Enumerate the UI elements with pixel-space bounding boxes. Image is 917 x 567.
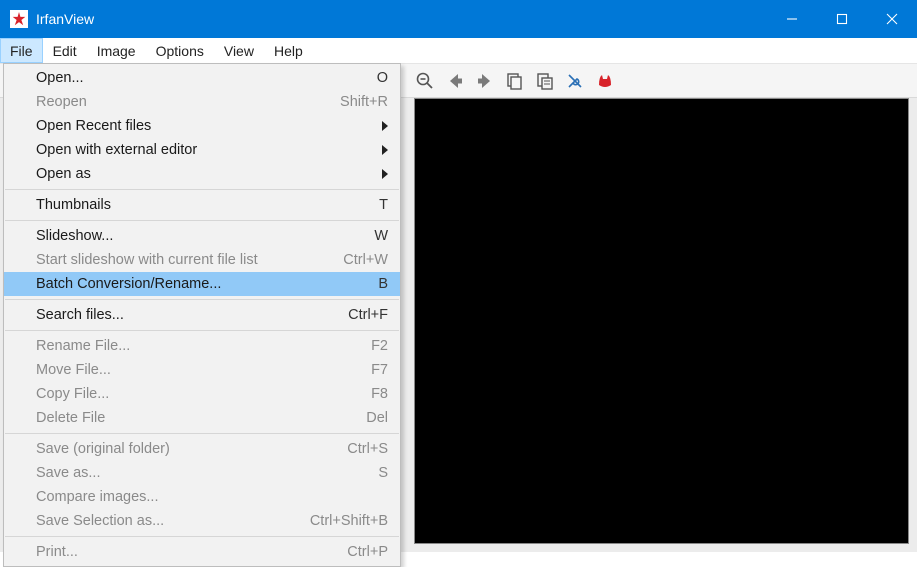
toolbar-next[interactable] (474, 70, 496, 92)
menu-separator (5, 220, 399, 221)
menu-separator (5, 189, 399, 190)
menu-item-copy-file: Copy File... F8 (4, 382, 400, 406)
menu-item-label: Start slideshow with current file list (36, 252, 331, 268)
menu-item-label: Delete File (36, 410, 354, 426)
menu-item-compare-images: Compare images... (4, 485, 400, 509)
file-menu-dropdown: Open... O Reopen Shift+R Open Recent files Op… (3, 63, 401, 567)
menu-item-label: Compare images... (36, 489, 388, 505)
menu-item-print: Print... Ctrl+P (4, 540, 400, 564)
menu-item-label: Open... (36, 70, 365, 86)
toolbar-copy[interactable] (504, 70, 526, 92)
app-icon (10, 10, 28, 28)
menu-item-shortcut: Ctrl+F (348, 307, 388, 323)
toolbar-about[interactable] (594, 70, 616, 92)
menu-edit[interactable]: Edit (43, 38, 87, 63)
menu-item-shortcut: T (379, 197, 388, 213)
menu-item-save-as: Save as... S (4, 461, 400, 485)
menu-item-shortcut: S (378, 465, 388, 481)
menu-view[interactable]: View (214, 38, 264, 63)
menu-item-label: Save Selection as... (36, 513, 298, 529)
menu-item-label: Move File... (36, 362, 359, 378)
menu-item-save-selection-as: Save Selection as... Ctrl+Shift+B (4, 509, 400, 533)
maximize-icon (836, 13, 848, 25)
close-icon (886, 13, 898, 25)
menu-separator (5, 536, 399, 537)
toolbar-paste[interactable] (534, 70, 556, 92)
menu-options[interactable]: Options (146, 38, 214, 63)
maximize-button[interactable] (817, 0, 867, 38)
menu-item-open-as[interactable]: Open as (4, 162, 400, 186)
menu-item-shortcut: Ctrl+W (343, 252, 388, 268)
minimize-button[interactable] (767, 0, 817, 38)
menu-item-label: Reopen (36, 94, 328, 110)
menu-item-batch-conversion-rename[interactable]: Batch Conversion/Rename... B (4, 272, 400, 296)
zoom-out-icon (415, 71, 435, 91)
menu-item-shortcut: Del (366, 410, 388, 426)
toolbar-settings[interactable] (564, 70, 586, 92)
menu-item-shortcut: W (374, 228, 388, 244)
chevron-right-icon (382, 121, 388, 131)
menu-file[interactable]: File (0, 38, 43, 63)
image-canvas[interactable] (414, 98, 909, 544)
menu-item-open[interactable]: Open... O (4, 66, 400, 90)
menu-item-save-original-folder: Save (original folder) Ctrl+S (4, 437, 400, 461)
titlebar: IrfanView (0, 0, 917, 38)
menu-item-delete-file: Delete File Del (4, 406, 400, 430)
menu-item-shortcut: F8 (371, 386, 388, 402)
menu-item-start-slideshow-with-current-file-list: Start slideshow with current file list Ct… (4, 248, 400, 272)
toolbar-prev[interactable] (444, 70, 466, 92)
menu-item-shortcut: O (377, 70, 388, 86)
menu-item-search-files[interactable]: Search files... Ctrl+F (4, 303, 400, 327)
menu-item-open-recent-files[interactable]: Open Recent files (4, 114, 400, 138)
menu-item-label: Copy File... (36, 386, 359, 402)
arrow-right-icon (475, 71, 495, 91)
menu-item-label: Thumbnails (36, 197, 367, 213)
chevron-right-icon (382, 145, 388, 155)
menu-item-label: Slideshow... (36, 228, 362, 244)
menu-item-move-file: Move File... F7 (4, 358, 400, 382)
chevron-right-icon (382, 169, 388, 179)
menu-item-label: Open Recent files (36, 118, 370, 134)
menu-item-shortcut: B (378, 276, 388, 292)
menu-separator (5, 299, 399, 300)
cat-icon (595, 71, 615, 91)
menu-item-open-with-external-editor[interactable]: Open with external editor (4, 138, 400, 162)
menu-item-label: Save as... (36, 465, 366, 481)
menu-separator (5, 433, 399, 434)
menu-help[interactable]: Help (264, 38, 313, 63)
window-title: IrfanView (36, 11, 94, 27)
menu-item-slideshow[interactable]: Slideshow... W (4, 224, 400, 248)
menu-item-shortcut: Ctrl+P (347, 544, 388, 560)
close-button[interactable] (867, 0, 917, 38)
menu-image[interactable]: Image (87, 38, 146, 63)
menu-item-shortcut: F7 (371, 362, 388, 378)
menu-item-label: Print... (36, 544, 335, 560)
copy-icon (505, 71, 525, 91)
menu-item-shortcut: Ctrl+S (347, 441, 388, 457)
paste-icon (535, 71, 555, 91)
menubar: File Edit Image Options View Help (0, 38, 917, 64)
menu-separator (5, 330, 399, 331)
menu-item-label: Open with external editor (36, 142, 370, 158)
menu-item-label: Save (original folder) (36, 441, 335, 457)
menu-item-shortcut: Shift+R (340, 94, 388, 110)
menu-item-label: Rename File... (36, 338, 359, 354)
wrench-icon (565, 71, 585, 91)
toolbar-zoom-out[interactable] (414, 70, 436, 92)
menu-item-shortcut: Ctrl+Shift+B (310, 513, 388, 529)
minimize-icon (786, 13, 798, 25)
arrow-left-icon (445, 71, 465, 91)
menu-item-shortcut: F2 (371, 338, 388, 354)
menu-item-label: Search files... (36, 307, 336, 323)
menu-item-reopen: Reopen Shift+R (4, 90, 400, 114)
menu-item-label: Open as (36, 166, 370, 182)
menu-item-label: Batch Conversion/Rename... (36, 276, 366, 292)
menu-item-thumbnails[interactable]: Thumbnails T (4, 193, 400, 217)
menu-item-rename-file: Rename File... F2 (4, 334, 400, 358)
